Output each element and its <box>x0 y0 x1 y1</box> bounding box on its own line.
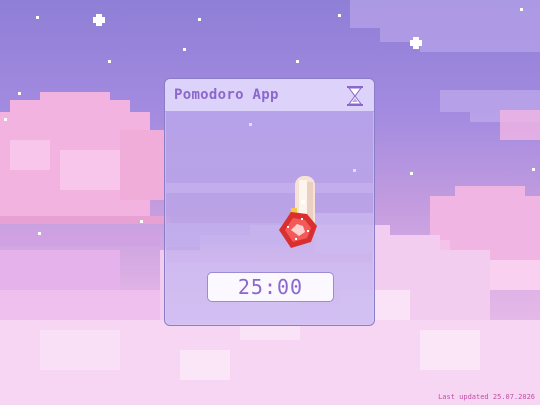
strawberry-dessert-icon <box>279 176 317 248</box>
left-pink-clouds <box>0 92 170 320</box>
window-title: Pomodoro App <box>174 87 279 103</box>
upper-cloud-band <box>350 0 540 52</box>
timer-display[interactable]: 25:00 <box>207 272 334 302</box>
last-updated-text: Last updated 25.07.2026 <box>438 393 535 401</box>
window-titlebar[interactable]: Pomodoro App <box>165 79 374 112</box>
pomodoro-window: Pomodoro App 25:00 <box>164 78 375 326</box>
hourglass-icon[interactable] <box>345 85 365 107</box>
